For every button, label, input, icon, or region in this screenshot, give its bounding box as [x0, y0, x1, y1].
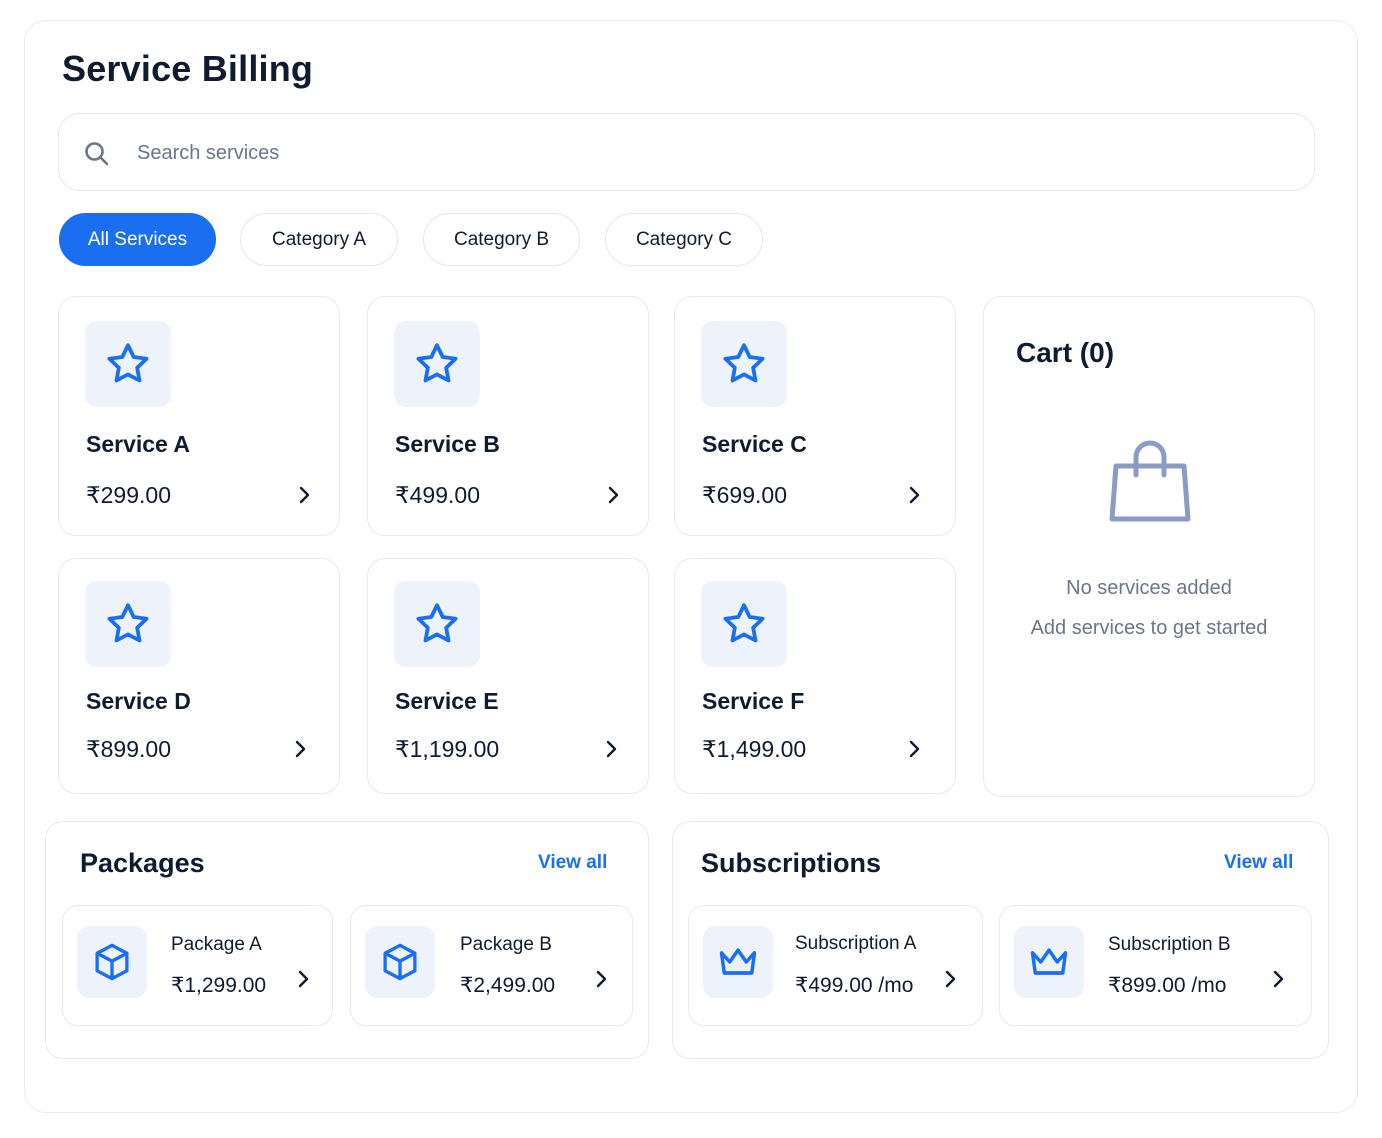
cube-icon: [95, 943, 129, 981]
subscription-icon-tile: [703, 926, 773, 998]
service-name: Service B: [395, 431, 500, 457]
service-name: Service E: [395, 688, 499, 714]
service-card-e[interactable]: Service E ₹1,199.00: [367, 558, 649, 794]
filter-chip-label: Category C: [635, 228, 733, 250]
page-title: Service Billing: [62, 48, 314, 89]
subscription-card-a[interactable]: Subscription A ₹499.00 /mo: [688, 905, 983, 1026]
search-input[interactable]: [137, 136, 1137, 170]
filter-chip-label: Category A: [272, 228, 366, 250]
chevron-right-icon[interactable]: [1270, 970, 1288, 988]
star-icon: [416, 603, 458, 643]
cart-empty-subtitle: Add services to get started: [1030, 617, 1268, 639]
crown-icon: [719, 948, 757, 975]
service-price: ₹1,199.00: [395, 736, 500, 762]
subscription-card-b[interactable]: Subscription B ₹899.00 /mo: [999, 905, 1312, 1026]
shopping-bag-icon: [1109, 440, 1191, 522]
chevron-right-icon[interactable]: [906, 486, 924, 504]
section-title: Packages: [80, 848, 205, 878]
service-name: Service F: [702, 688, 805, 714]
filter-chip-category-b[interactable]: Category B: [423, 213, 580, 266]
package-price: ₹1,299.00: [171, 974, 267, 997]
package-price: ₹2,499.00: [460, 974, 556, 997]
service-card-c[interactable]: Service C ₹699.00: [674, 296, 956, 536]
service-icon-tile: [701, 581, 787, 667]
star-icon: [416, 343, 458, 383]
search-icon: [85, 142, 109, 166]
star-icon: [723, 603, 765, 643]
service-icon-tile: [394, 581, 480, 667]
package-card-a[interactable]: Package A ₹1,299.00: [62, 905, 333, 1026]
subscription-price: ₹499.00 /mo: [795, 974, 914, 997]
filter-chip-category-a[interactable]: Category A: [240, 213, 398, 266]
packages-view-all-link[interactable]: View all: [538, 852, 607, 874]
subscription-price: ₹899.00 /mo: [1108, 974, 1227, 997]
chevron-right-icon[interactable]: [292, 740, 310, 758]
chevron-right-icon[interactable]: [593, 970, 611, 988]
service-price: ₹699.00: [702, 482, 787, 508]
chevron-right-icon[interactable]: [906, 740, 924, 758]
service-name: Service D: [86, 688, 191, 714]
cart-panel: Cart (0) No services added Add services …: [983, 296, 1315, 797]
filter-chip-label: All Services: [87, 228, 188, 250]
filter-chip-label: Category B: [453, 228, 550, 250]
star-icon: [107, 603, 149, 643]
section-title: Subscriptions: [701, 848, 882, 878]
service-price: ₹499.00: [395, 482, 480, 508]
service-name: Service A: [86, 431, 190, 457]
service-name: Service C: [702, 431, 807, 457]
service-price: ₹899.00: [86, 736, 171, 762]
service-icon-tile: [701, 321, 787, 407]
star-icon: [107, 343, 149, 383]
packages-section: Packages View all Package A ₹1,299.00 Pa…: [45, 821, 649, 1059]
search-bar[interactable]: [58, 113, 1315, 191]
package-name: Package A: [171, 934, 262, 955]
service-card-b[interactable]: Service B ₹499.00: [367, 296, 649, 536]
subscription-name: Subscription A: [795, 933, 917, 954]
subscription-icon-tile: [1014, 926, 1084, 998]
service-price: ₹1,499.00: [702, 736, 807, 762]
cube-icon: [383, 943, 417, 981]
service-price: ₹299.00: [86, 482, 171, 508]
filter-chip-all-services[interactable]: All Services: [59, 213, 216, 266]
package-icon-tile: [77, 926, 147, 998]
service-icon-tile: [394, 321, 480, 407]
subscriptions-section: Subscriptions View all Subscription A ₹4…: [672, 821, 1329, 1059]
cart-title: Cart (0): [1016, 337, 1115, 368]
star-icon: [723, 343, 765, 383]
cart-empty-title: No services added: [1066, 577, 1232, 599]
chevron-right-icon[interactable]: [296, 486, 314, 504]
package-name: Package B: [460, 934, 552, 955]
package-card-b[interactable]: Package B ₹2,499.00: [350, 905, 633, 1026]
chevron-right-icon[interactable]: [295, 970, 313, 988]
chevron-right-icon[interactable]: [942, 970, 960, 988]
service-card-a[interactable]: Service A ₹299.00: [58, 296, 340, 536]
subscriptions-view-all-link[interactable]: View all: [1224, 852, 1293, 874]
package-icon-tile: [365, 926, 435, 998]
chevron-right-icon[interactable]: [603, 740, 621, 758]
chevron-right-icon[interactable]: [605, 486, 623, 504]
subscription-name: Subscription B: [1108, 934, 1231, 955]
crown-icon: [1030, 948, 1068, 975]
filter-chip-category-c[interactable]: Category C: [605, 213, 763, 266]
service-icon-tile: [85, 321, 171, 407]
service-card-f[interactable]: Service F ₹1,499.00: [674, 558, 956, 794]
service-icon-tile: [85, 581, 171, 667]
service-card-d[interactable]: Service D ₹899.00: [58, 558, 340, 794]
